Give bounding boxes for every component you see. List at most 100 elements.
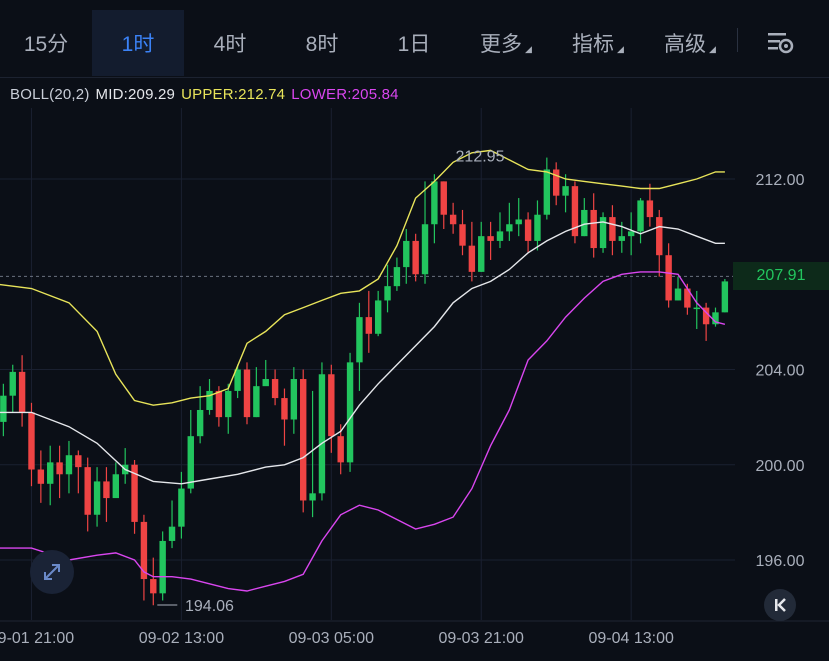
x-tick-label: 09-03 05:00 [289, 630, 375, 647]
candle [496, 212, 504, 249]
candle [543, 157, 551, 220]
candle [196, 386, 204, 444]
candle-body [65, 455, 73, 475]
candle-body [328, 374, 335, 437]
candle [0, 383, 7, 437]
candle [571, 181, 579, 244]
candle-body [431, 181, 438, 225]
candle-body [206, 390, 213, 410]
candle [421, 181, 429, 284]
candle-body [506, 224, 513, 232]
candle-body [674, 288, 682, 301]
candle-body [562, 186, 569, 196]
candle [656, 209, 663, 277]
candle [281, 388, 288, 446]
candle-body [543, 169, 551, 215]
candle [290, 367, 298, 434]
candle [150, 557, 157, 606]
candle-body [346, 362, 354, 463]
candle-body [440, 181, 447, 215]
candle [187, 409, 194, 494]
scroll-to-latest-button[interactable] [764, 589, 796, 621]
candle-body [590, 209, 597, 249]
candle-body [515, 219, 522, 225]
candles [0, 157, 729, 606]
candle [487, 221, 494, 260]
candle-body [637, 200, 644, 232]
candle [553, 162, 560, 206]
zoom-button[interactable] [30, 550, 74, 594]
candlestick-chart[interactable]: 212.00 204.00 200.00 196.00 09-01 21:00 09-02… [0, 0, 829, 661]
candle [665, 243, 672, 308]
candle [674, 276, 682, 301]
candle [581, 198, 588, 237]
x-tick-label: 09-02 13:00 [139, 630, 225, 647]
candle-body [656, 217, 663, 256]
candle [271, 369, 279, 406]
candle [168, 500, 176, 549]
candle [47, 445, 54, 506]
candle-body [253, 386, 260, 418]
candle [712, 307, 719, 327]
candle-body [215, 390, 223, 418]
candle-body [56, 462, 63, 475]
candle [328, 364, 335, 453]
y-tick-label: 196.00 [756, 553, 805, 570]
candle [56, 445, 63, 499]
candle-body [187, 436, 194, 489]
candle [131, 459, 138, 534]
candle [262, 359, 269, 387]
candle [468, 221, 476, 282]
candle [393, 257, 401, 291]
candle-body [243, 369, 251, 418]
candle [459, 209, 466, 256]
candle [300, 369, 307, 513]
candle [140, 514, 148, 601]
candle [524, 212, 532, 253]
candle [9, 364, 16, 413]
candle [346, 352, 354, 472]
candle-body [300, 379, 307, 501]
expand-arrows-icon [44, 564, 60, 580]
candle [693, 290, 700, 330]
x-tick-label: 09-04 13:00 [588, 630, 674, 647]
candle-body [449, 214, 457, 225]
candle-body [93, 481, 101, 515]
candle [637, 198, 644, 244]
candle [225, 383, 232, 434]
candle-body [196, 409, 204, 437]
candle-body [581, 209, 588, 237]
candle-body [159, 540, 166, 594]
x-tick-label: 09-01 21:00 [0, 630, 74, 647]
candle [431, 174, 438, 244]
candle [178, 471, 185, 539]
candle-body [18, 371, 26, 413]
candle-body [609, 217, 616, 241]
candle-body [262, 379, 269, 387]
candle-body [178, 488, 185, 527]
low-annotation: 194.06 [185, 598, 234, 615]
candle-body [553, 169, 560, 196]
candle-body [84, 467, 91, 515]
y-tick-label: 212.00 [756, 172, 805, 189]
candle [515, 198, 522, 237]
candle-body [150, 579, 157, 594]
candle [253, 367, 260, 418]
candle [365, 290, 372, 353]
current-price-label: 207.91 [733, 262, 829, 290]
candle-body [309, 493, 316, 501]
candle-body [618, 236, 625, 241]
candle [159, 531, 166, 601]
candle-body [9, 371, 16, 396]
candle [506, 202, 513, 241]
candle [440, 181, 447, 230]
grid [0, 108, 735, 620]
candle-body [478, 236, 485, 272]
candle-body [75, 455, 82, 468]
candle [590, 193, 597, 258]
candle [121, 448, 129, 484]
candle [18, 355, 26, 427]
candle-body [421, 224, 429, 275]
candle [93, 467, 101, 527]
y-tick-label: 200.00 [756, 458, 805, 475]
